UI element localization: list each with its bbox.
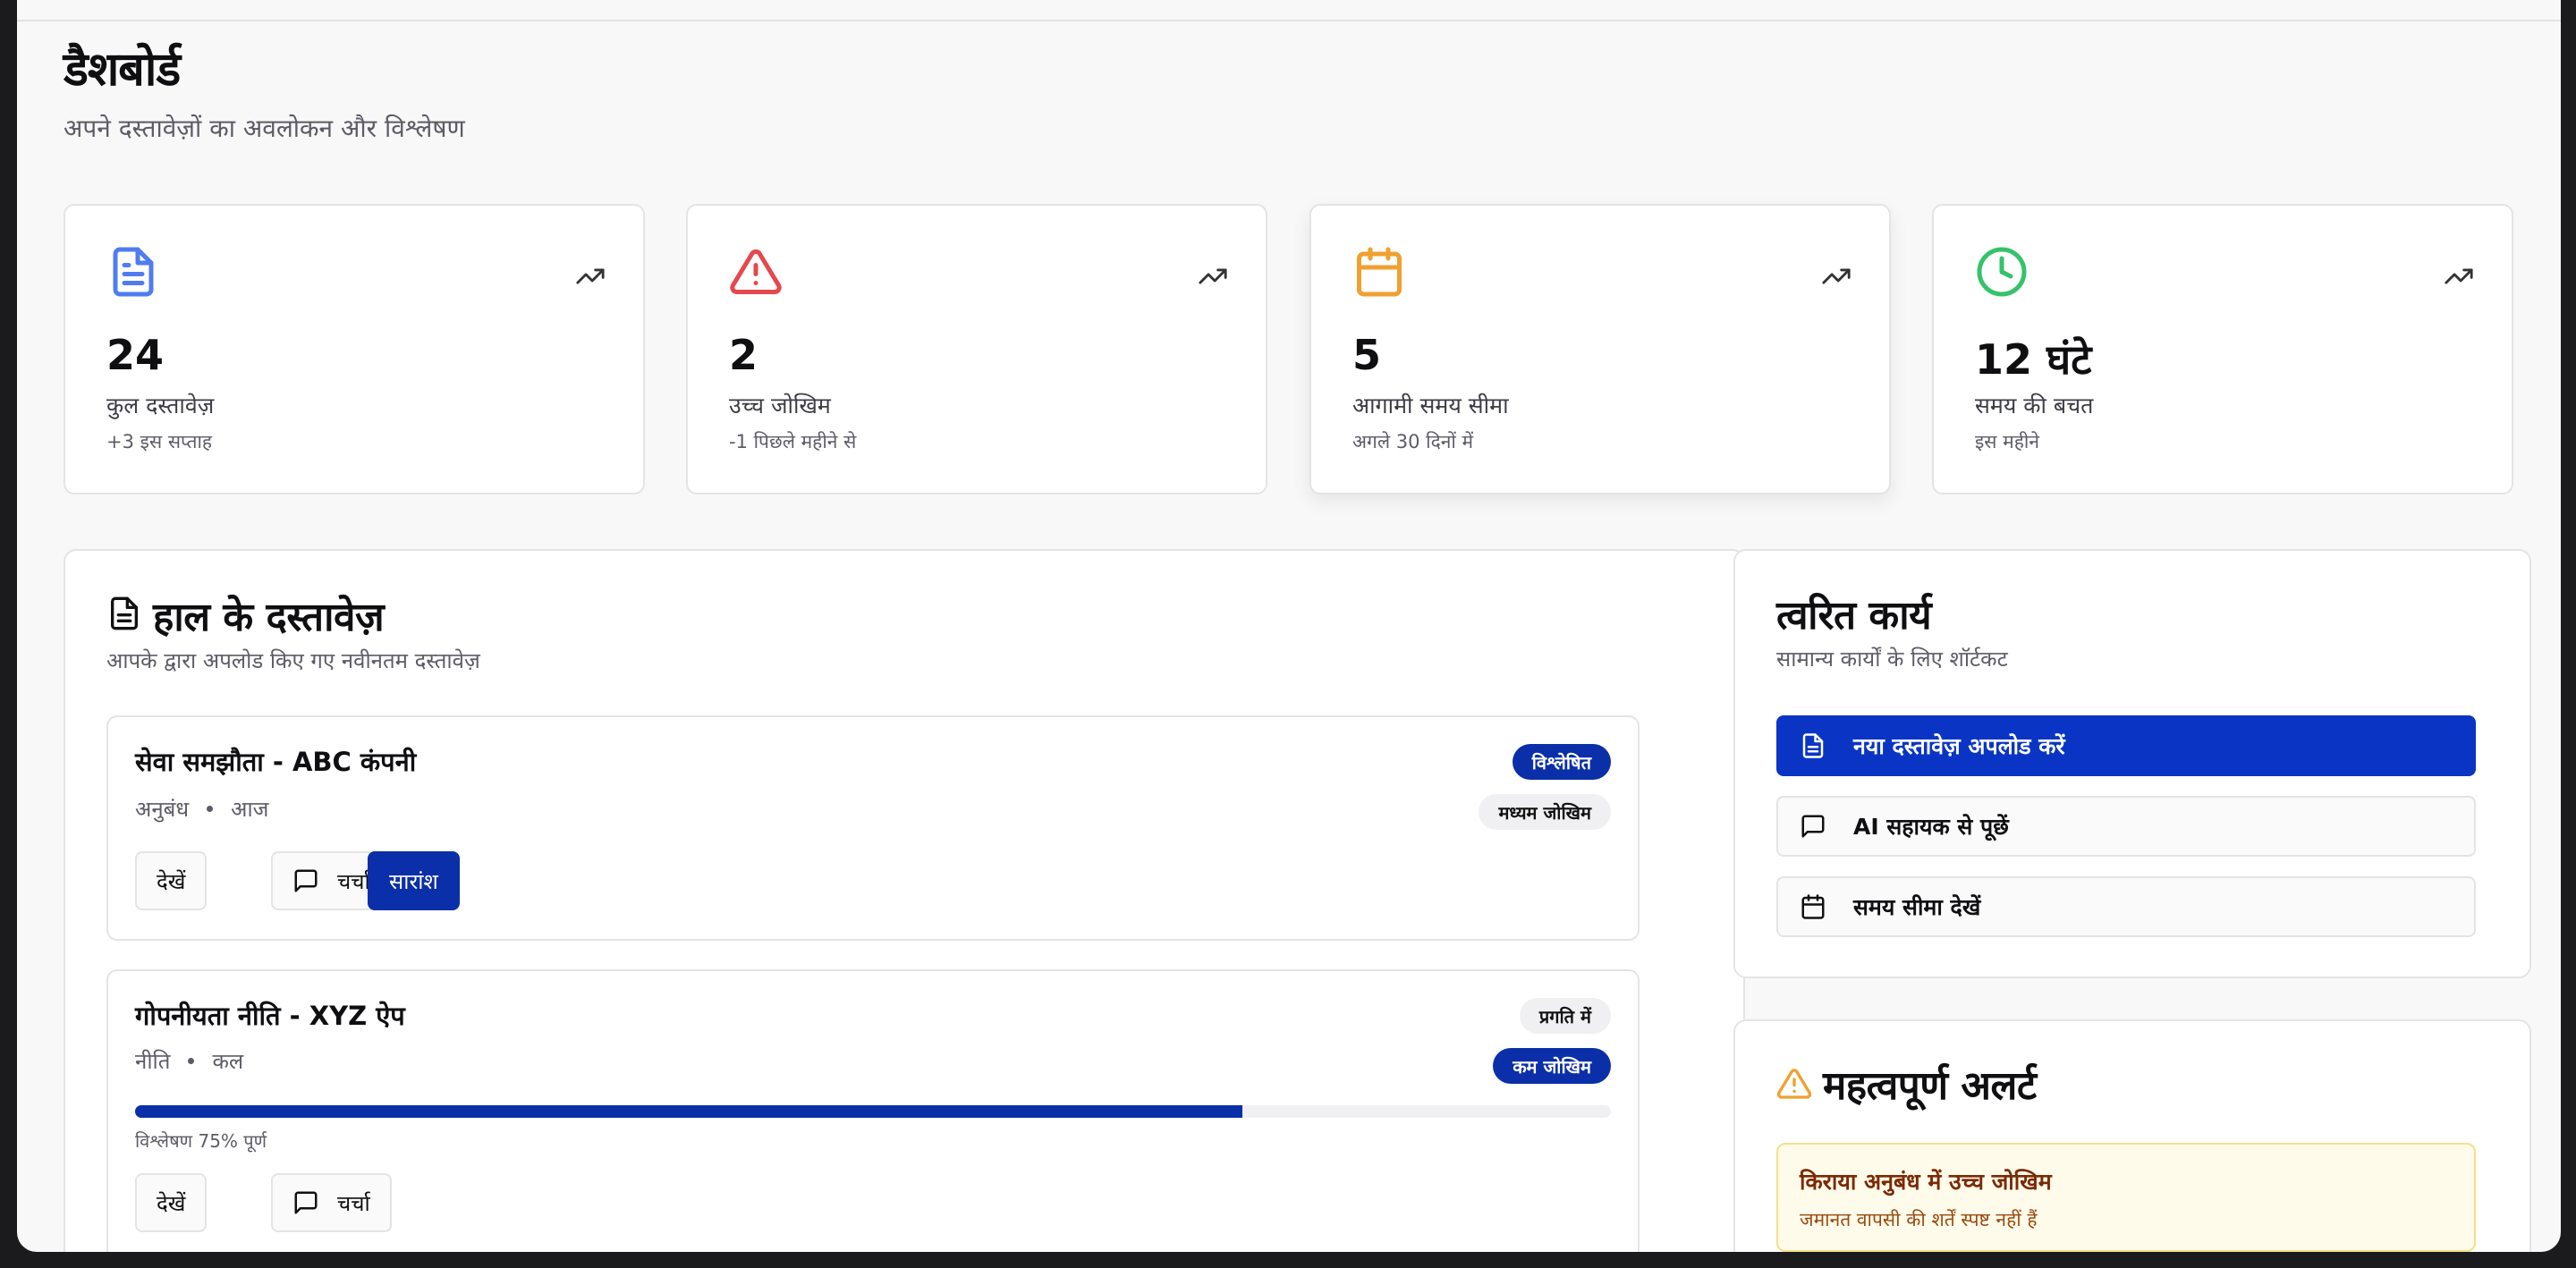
document-type: अनुबंध	[135, 797, 190, 822]
risk-badge: मध्यम जोखिम	[1479, 794, 1611, 830]
document-icon	[111, 596, 138, 630]
status-badge: विश्लेषित	[1512, 744, 1611, 780]
calendar-icon	[1357, 247, 1402, 297]
view-button[interactable]: देखें	[135, 1173, 208, 1232]
document-icon	[1802, 733, 1824, 758]
document-meta: अनुबंध आज	[135, 794, 268, 824]
top-bar	[17, 0, 2561, 21]
view-deadlines-button[interactable]: समय सीमा देखें	[1776, 876, 2476, 937]
upload-document-button[interactable]: नया दस्तावेज़ अपलोड करें	[1776, 715, 2476, 776]
button-label: समय सीमा देखें	[1853, 894, 1981, 920]
button-label: चर्चा	[337, 868, 370, 894]
document-icon	[113, 247, 154, 297]
ask-ai-assistant-button[interactable]: AI सहायक से पूछें	[1776, 796, 2476, 857]
chat-icon	[1801, 815, 1825, 838]
recent-documents-card: हाल के दस्तावेज़ आपके द्वारा अपलोड किए ग…	[64, 549, 1745, 1252]
stat-label: आगामी समय सीमा	[1352, 393, 1509, 418]
summary-button[interactable]: सारांश	[368, 851, 460, 910]
button-label: देखें	[157, 1190, 186, 1216]
calendar-icon	[1801, 894, 1825, 919]
button-label: चर्चा	[337, 1190, 370, 1216]
progress-fill	[135, 1105, 1242, 1118]
stat-subtext: अगले 30 दिनों में	[1352, 431, 1474, 452]
quick-actions-card: त्वरित कार्य सामान्य कार्यों के लिए शॉर्…	[1733, 549, 2531, 978]
stat-label: कुल दस्तावेज़	[106, 393, 215, 418]
stat-label: समय की बचत	[1975, 393, 2094, 418]
document-date: कल	[212, 1049, 244, 1074]
stat-subtext: -1 पिछले महीने से	[729, 431, 857, 452]
document-item[interactable]: सेवा समझौता - ABC कंपनी अनुबंध आज विश्ले…	[106, 715, 1640, 941]
chat-icon	[294, 1191, 318, 1214]
trending-up-icon	[2445, 268, 2473, 284]
button-label: देखें	[157, 868, 186, 894]
document-name: सेवा समझौता - ABC कंपनी	[135, 747, 417, 777]
stat-value: 5	[1352, 331, 1382, 379]
trending-up-icon	[1199, 268, 1227, 284]
section-title: हाल के दस्तावेज़	[153, 595, 385, 640]
stat-value: 24	[106, 331, 165, 379]
button-label: सारांश	[389, 868, 438, 894]
chat-button[interactable]: चर्चा	[271, 1173, 392, 1232]
alert-description: जमानत वापसी की शर्तें स्पष्ट नहीं हैं	[1800, 1209, 2038, 1230]
analysis-progress-bar	[135, 1105, 1611, 1118]
stat-value: 2	[729, 331, 758, 379]
stat-subtext: इस महीने	[1975, 431, 2039, 452]
trending-up-icon	[576, 268, 605, 284]
page-subtitle: अपने दस्तावेज़ों का अवलोकन और विश्लेषण	[64, 114, 465, 143]
document-name: गोपनीयता नीति - XYZ ऐप	[135, 1001, 405, 1031]
progress-label: विश्लेषण 75% पूर्ण	[135, 1130, 267, 1152]
status-badge: प्रगति में	[1519, 998, 1611, 1034]
button-label: AI सहायक से पूछें	[1853, 814, 2009, 840]
risk-badge: कम जोखिम	[1493, 1048, 1611, 1084]
chat-icon	[294, 869, 318, 892]
stat-card-total-documents: 24 कुल दस्तावेज़ +3 इस सप्ताह	[64, 204, 645, 495]
alert-title: किराया अनुबंध में उच्च जोखिम	[1800, 1169, 2052, 1195]
document-item[interactable]: गोपनीयता नीति - XYZ ऐप नीति कल प्रगति मे…	[106, 969, 1640, 1252]
view-button[interactable]: देखें	[135, 851, 208, 910]
alert-item[interactable]: किराया अनुबंध में उच्च जोखिम जमानत वापसी…	[1776, 1143, 2476, 1252]
button-label: नया दस्तावेज़ अपलोड करें	[1853, 733, 2065, 759]
separator-dot	[188, 1058, 195, 1064]
warning-triangle-icon	[1776, 1069, 1812, 1099]
section-subtitle: सामान्य कार्यों के लिए शॉर्टकट	[1776, 647, 2008, 672]
app-window: डैशबोर्ड अपने दस्तावेज़ों का अवलोकन और व…	[17, 0, 2561, 1252]
stat-subtext: +3 इस सप्ताह	[106, 431, 213, 452]
stat-value: 12 घंटे	[1975, 335, 2092, 384]
stat-card-time-saved: 12 घंटे समय की बचत इस महीने	[1932, 204, 2513, 495]
stat-card-deadlines: 5 आगामी समय सीमा अगले 30 दिनों में	[1309, 204, 1891, 495]
warning-triangle-icon	[730, 249, 782, 294]
document-type: नीति	[135, 1049, 171, 1074]
page-title: डैशबोर्ड	[64, 43, 181, 97]
document-date: आज	[231, 797, 269, 822]
section-subtitle: आपके द्वारा अपलोड किए गए नवीनतम दस्तावेज…	[106, 648, 480, 673]
separator-dot	[207, 806, 214, 812]
stat-label: उच्च जोखिम	[729, 393, 831, 418]
stat-card-high-risk: 2 उच्च जोखिम -1 पिछले महीने से	[686, 204, 1267, 495]
section-title: त्वरित कार्य	[1776, 593, 1932, 638]
document-meta: नीति कल	[135, 1046, 243, 1076]
clock-icon	[1977, 247, 2027, 297]
trending-up-icon	[1822, 268, 1851, 284]
section-title: महत्वपूर्ण अलर्ट	[1823, 1063, 2037, 1109]
important-alerts-card: महत्वपूर्ण अलर्ट किराया अनुबंध में उच्च …	[1733, 1019, 2531, 1252]
